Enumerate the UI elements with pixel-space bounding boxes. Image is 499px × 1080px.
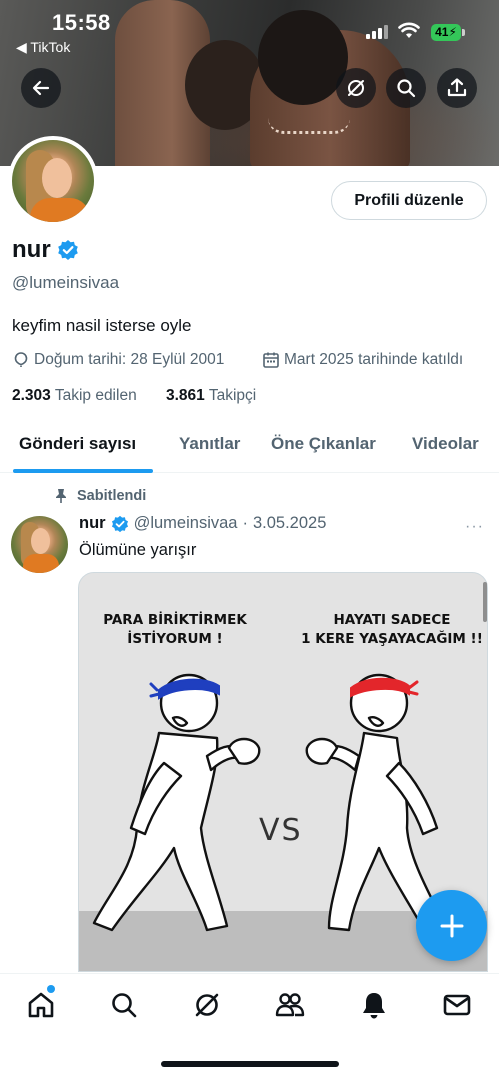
plus-icon [440,914,463,937]
caption-right-line1: HAYATI SADECE [333,612,451,628]
grok-icon [348,80,364,96]
birthday-text: Doğum tarihi: 28 Eylül 2001 [34,351,225,368]
profile-handle: @lumeinsivaa [12,273,120,292]
following-link[interactable]: 2.303 Takip edilen [12,387,137,405]
calendar-icon [263,352,279,368]
nav-communities[interactable] [273,988,307,1022]
home-indicator [161,1061,339,1067]
caption-right-line2: 1 KERE YAŞAYACAĞIM !! [301,631,483,647]
profile-name: nur [12,236,79,264]
tab-highlights[interactable]: Öne Çıkanlar [271,434,376,454]
nav-home[interactable] [24,988,58,1022]
back-button[interactable] [21,68,61,108]
image-caption-left: PARA BİRİKTİRMEK İSTİYORUM ! [87,611,263,649]
post-separator: · [242,514,248,532]
grok-icon [195,993,219,1017]
edit-profile-button[interactable]: Profili düzenle [331,181,487,220]
pinned-text: Sabitlendi [77,488,147,504]
tab-replies[interactable]: Yanıtlar [179,434,240,454]
share-button[interactable] [437,68,477,108]
home-icon [28,992,54,1018]
home-notification-dot [47,985,55,993]
compose-post-button[interactable] [416,890,487,961]
tab-videos[interactable]: Videolar [412,434,479,454]
profile-avatar[interactable] [8,136,98,226]
search-icon [397,79,416,98]
caption-left-line2: İSTİYORUM ! [127,631,223,647]
status-time: 15:58 [52,10,111,35]
communities-icon [275,993,305,1017]
battery-indicator: 41⚡ [431,24,461,41]
status-bar: 15:58 ◀ TikTok 41⚡ [0,0,499,60]
verified-badge-icon [111,515,128,532]
post-header: nur @lumeinsivaa · 3.05.2025 [79,514,326,533]
pinned-label: Sabitlendi [55,488,146,504]
image-caption-right: HAYATI SADECE 1 KERE YAŞAYACAĞIM !! [297,611,487,649]
following-count: 2.303 [12,387,51,404]
left-fighter [92,673,261,932]
right-fighter [305,673,446,932]
image-scrollbar [483,582,487,622]
post-author-handle[interactable]: @lumeinsivaa [134,514,238,533]
signal-icon [366,25,388,39]
vs-label: VS [259,813,303,848]
post-author-name[interactable]: nur [79,514,106,533]
joined-text: Mart 2025 tarihinde katıldı [284,351,464,368]
post-date[interactable]: 3.05.2025 [253,514,326,533]
nav-messages[interactable] [440,988,474,1022]
messages-icon [443,994,471,1016]
followers-count: 3.861 [166,387,205,404]
pin-icon [56,489,66,503]
profile-bio: keyfim nasil isterse oyle [12,316,192,335]
verified-badge-icon [57,240,78,260]
active-tab-indicator [13,469,153,473]
grok-button[interactable] [336,68,376,108]
caption-left-line1: PARA BİRİKTİRMEK [103,612,247,628]
joined-info: Mart 2025 tarihinde katıldı [262,351,463,369]
post-more-button[interactable]: ··· [465,518,484,536]
share-icon [447,78,467,97]
nav-notifications[interactable] [357,988,391,1022]
tab-posts[interactable]: Gönderi sayısı [19,434,136,454]
post-author-avatar[interactable] [11,516,68,573]
followers-link[interactable]: 3.861 Takipçi [166,387,256,405]
post-text: Ölümüne yarışır [79,541,197,559]
search-button[interactable] [386,68,426,108]
notifications-icon [363,993,385,1019]
nav-grok[interactable] [190,988,224,1022]
followers-label: Takipçi [208,387,257,404]
following-label: Takip edilen [54,387,137,404]
profile-name-text: nur [12,236,51,263]
birthday-info: Doğum tarihi: 28 Eylül 2001 [12,351,224,369]
nav-search[interactable] [107,988,141,1022]
arrow-left-icon [32,80,50,96]
search-icon [112,993,137,1018]
wifi-icon [398,22,420,38]
profile-tabs: Gönderi sayısı Yanıtlar Öne Çıkanlar Vid… [0,420,499,473]
balloon-icon [14,352,28,367]
back-to-app-link[interactable]: ◀ TikTok [16,39,70,56]
